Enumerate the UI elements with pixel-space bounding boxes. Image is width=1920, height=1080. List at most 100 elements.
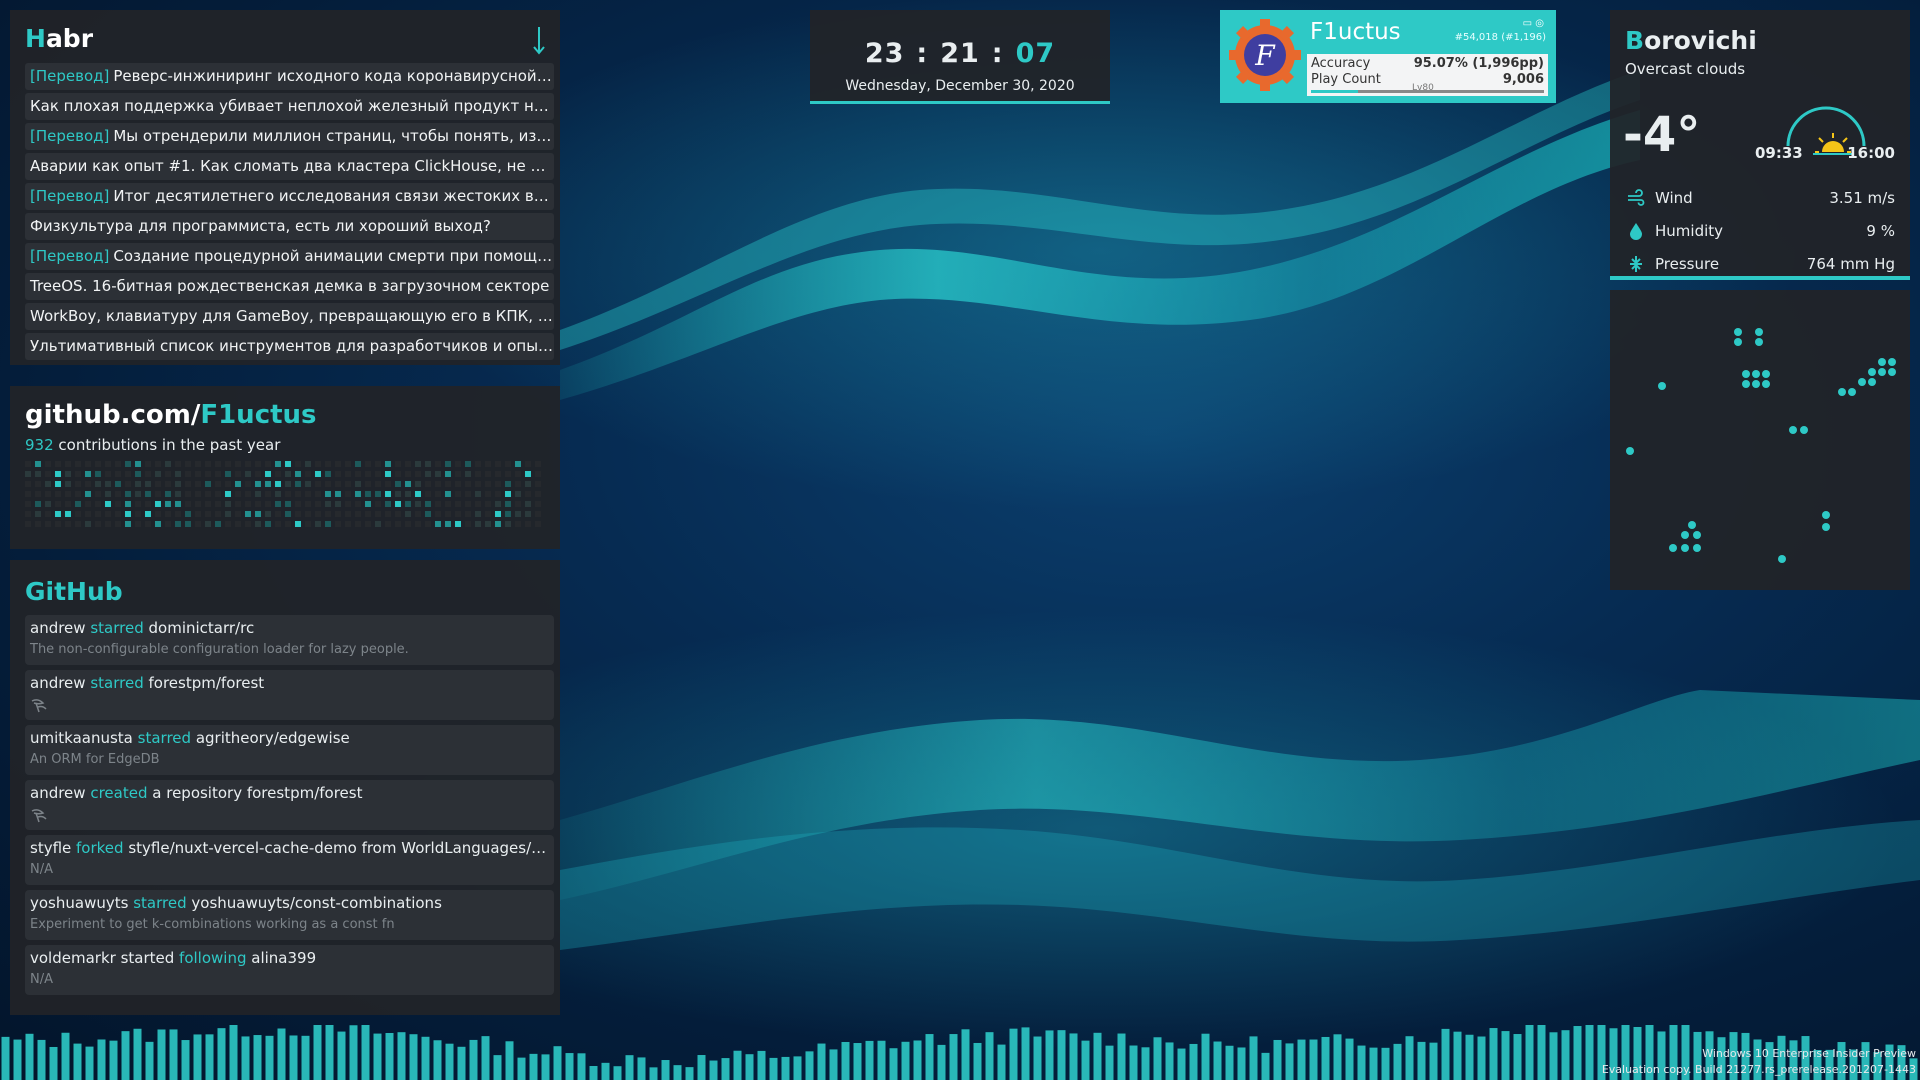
feed-target[interactable]: forestpm/forest (149, 674, 265, 692)
feed-target[interactable]: agritheory/edgewise (196, 729, 350, 747)
contribution-cell (115, 521, 121, 527)
contribution-cell (405, 501, 411, 507)
spectrum-bar (877, 1040, 886, 1080)
contribution-cell (175, 501, 181, 507)
spectrum-bar (937, 1044, 946, 1080)
contribution-cell (385, 461, 391, 467)
contribution-cell (475, 491, 481, 497)
spectrum-bar (1525, 1025, 1534, 1080)
contribution-cell (245, 471, 251, 477)
feed-item[interactable]: andrew created a repository forestpm/for… (25, 780, 554, 830)
feed-actor[interactable]: styfle (30, 839, 71, 857)
habr-article-item[interactable]: [Перевод] Создание процедурной анимации с… (25, 243, 554, 270)
habr-article-item[interactable]: [Перевод] Реверс-инжиниринг исходного код… (25, 63, 554, 90)
contribution-cell (455, 471, 461, 477)
spectrum-bar (577, 1053, 586, 1080)
contribution-cell (395, 461, 401, 467)
contribution-cell (335, 471, 341, 477)
contribution-cell (435, 521, 441, 527)
feed-actor[interactable]: voldemarkr started (30, 949, 174, 967)
contribution-cell (55, 511, 61, 517)
contribution-cell (325, 481, 331, 487)
contribution-cell (105, 501, 111, 507)
osu-profile-card[interactable]: F F1uctus ▭ ◎ #54,018 (#1,196) Accuracy 9… (1220, 10, 1556, 103)
contribution-cell (385, 491, 391, 497)
contribution-cell (75, 471, 81, 477)
translation-tag: [Перевод] (30, 67, 110, 85)
habr-article-item[interactable]: TreeOS. 16-битная рождественская демка в… (25, 273, 554, 300)
habr-article-item[interactable]: [Перевод] Мы отрендерили миллион страниц,… (25, 123, 554, 150)
feed-item[interactable]: voldemarkr started following alina399 N/A (25, 945, 554, 995)
contribution-cell (175, 461, 181, 467)
feed-item[interactable]: andrew starred dominictarr/rc The non-con… (25, 615, 554, 665)
feed-target[interactable]: alina399 (251, 949, 316, 967)
contribution-cell (265, 481, 271, 487)
habr-article-item[interactable]: Как плохая поддержка убивает неплохой же… (25, 93, 554, 120)
contribution-cell (105, 521, 111, 527)
feed-item[interactable]: umitkaanusta starred agritheory/edgewise… (25, 725, 554, 775)
contribution-cell (245, 481, 251, 487)
spectrum-bar (73, 1043, 82, 1080)
spectrum-bar (1417, 1041, 1426, 1080)
spectrum-bar (1, 1036, 10, 1080)
habr-article-list: [Перевод] Реверс-инжиниринг исходного код… (25, 63, 554, 363)
spectrum-bar (829, 1049, 838, 1080)
feed-target[interactable]: yoshuawuyts/const-combinations (191, 894, 442, 912)
habr-article-item[interactable]: Физкультура для программиста, есть ли хо… (25, 213, 554, 240)
contribution-cell (465, 491, 471, 497)
contribution-cell (355, 491, 361, 497)
contribution-cell (355, 511, 361, 517)
feed-actor[interactable]: yoshuawuyts (30, 894, 128, 912)
contribution-cell (305, 461, 311, 467)
contribution-cell (445, 521, 451, 527)
contribution-cell (225, 471, 231, 477)
contribution-cell (245, 521, 251, 527)
habr-article-item[interactable]: [Перевод] Итог десятилетнего исследования… (25, 183, 554, 210)
spectrum-bar (649, 1067, 658, 1080)
spectrum-bar (589, 1065, 598, 1080)
contribution-cell (305, 511, 311, 517)
github-profile-link[interactable]: github.com/F1uctus (25, 400, 317, 430)
contribution-cell (315, 481, 321, 487)
contribution-cell (315, 491, 321, 497)
feed-target[interactable]: a repository forestpm/forest (152, 784, 362, 802)
contribution-cell (65, 481, 71, 487)
weather-temperature: -4° (1623, 107, 1701, 163)
feed-item[interactable]: andrew starred forestpm/forest (25, 670, 554, 720)
contribution-cell (295, 471, 301, 477)
spectrum-bar (445, 1043, 454, 1080)
contribution-cell (355, 471, 361, 477)
spectrum-bar (1513, 1034, 1522, 1080)
contribution-cell (405, 511, 411, 517)
arrow-down-icon[interactable] (532, 26, 546, 56)
feed-target[interactable]: dominictarr/rc (149, 619, 255, 637)
contribution-cell (435, 471, 441, 477)
feed-target[interactable]: styfle/nuxt-vercel-cache-demo from World… (128, 839, 550, 857)
feed-actor[interactable]: andrew (30, 784, 86, 802)
feed-item[interactable]: styfle forked styfle/nuxt-vercel-cache-d… (25, 835, 554, 885)
feed-verb: forked (76, 839, 124, 857)
feed-actor[interactable]: andrew (30, 619, 86, 637)
feed-item[interactable]: yoshuawuyts starred yoshuawuyts/const-co… (25, 890, 554, 940)
habr-article-item[interactable]: Ультимативный список инструментов для ра… (25, 333, 554, 360)
spectrum-bar (697, 1055, 706, 1080)
feed-actor[interactable]: umitkaanusta (30, 729, 133, 747)
dot-pattern (1626, 328, 1896, 563)
playcount-value: 9,006 (1502, 72, 1544, 87)
habr-article-item[interactable]: Аварии как опыт #1. Как сломать два клас… (25, 153, 554, 180)
contribution-cell (115, 511, 121, 517)
contribution-cell (75, 481, 81, 487)
spectrum-bar (1465, 1034, 1474, 1080)
spectrum-bar (121, 1031, 130, 1080)
feed-actor[interactable]: andrew (30, 674, 86, 692)
habr-article-item[interactable]: WorkBoy, клавиатуру для GameBoy, превращ… (25, 303, 554, 330)
contribution-cell (35, 521, 41, 527)
contribution-cell (165, 471, 171, 477)
spectrum-bar (301, 1035, 310, 1080)
contribution-cell (375, 471, 381, 477)
contribution-cell (315, 501, 321, 507)
clock-minutes: 21 (940, 38, 980, 69)
contribution-cell (525, 501, 531, 507)
contribution-cell (185, 481, 191, 487)
spectrum-bar (277, 1028, 286, 1080)
